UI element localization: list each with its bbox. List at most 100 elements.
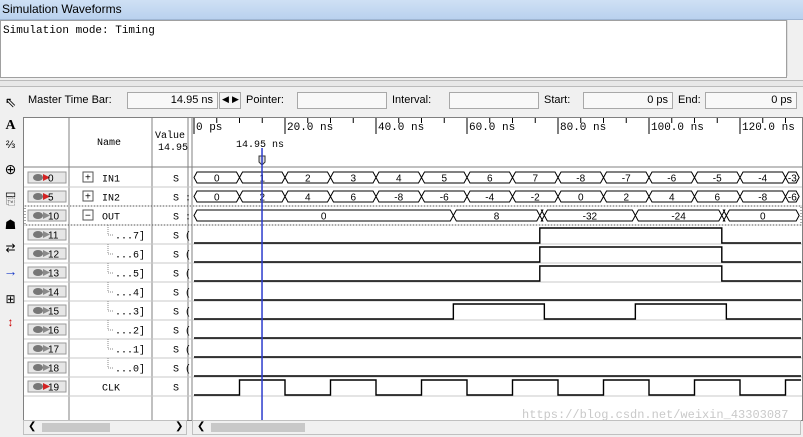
bus-value-label: -6: [788, 193, 797, 204]
simulation-mode-box: Simulation mode: Timing: [0, 20, 787, 78]
simulation-mode-text: Simulation mode: Timing: [3, 25, 155, 37]
ruler-tick-label: 100.0 ns: [651, 122, 704, 134]
names-horizontal-scrollbar[interactable]: ❮ ❯: [23, 420, 187, 435]
assign-value-icon[interactable]: →: [2, 263, 19, 280]
signal-row-19[interactable]: 19 CLK S: [27, 380, 179, 395]
arrow-left-icon[interactable]: ◀: [222, 94, 229, 105]
signal-row-12[interactable]: 12 ...6] S (: [27, 244, 191, 262]
bus-value-label: -4: [485, 193, 494, 204]
signal-index: 15: [48, 307, 60, 318]
signal-index: 14: [48, 288, 60, 299]
signal-index: 5: [48, 193, 54, 204]
pin-body: [33, 193, 43, 200]
signal-value: S (: [173, 250, 191, 262]
splitter[interactable]: [0, 80, 803, 87]
signal-name: ...3]: [115, 307, 145, 319]
bus-value-label: 4: [305, 193, 311, 204]
pin-body: [33, 250, 43, 257]
scroll-right-icon[interactable]: ❯: [175, 421, 183, 432]
bus-value-label: 6: [487, 174, 493, 185]
signal-index: 12: [48, 250, 60, 261]
signal-name: ...5]: [115, 269, 145, 281]
bus-value-label: 7: [532, 174, 538, 185]
signal-value: S (: [173, 345, 191, 357]
arrow-right-icon[interactable]: ▶: [232, 94, 239, 105]
bus-value-label: -8: [394, 193, 403, 204]
sort-icon[interactable]: ↕: [2, 314, 19, 331]
end-field[interactable]: 0 ps: [705, 92, 797, 109]
bus-value-label: -4: [758, 174, 767, 185]
signal-index: 10: [48, 212, 60, 223]
waveforms: 01234567-8-7-6-5-4-30246-8-6-4-20246-8-6…: [193, 171, 801, 396]
signal-index: 19: [48, 383, 60, 394]
interval-field[interactable]: [449, 92, 539, 109]
signal-value: S :: [173, 194, 191, 205]
bus-value-label: 6: [714, 193, 720, 204]
ruler-tick-label: 80.0 ns: [560, 122, 606, 134]
waveform-canvas[interactable]: 0 ps 20.0 ns 40.0 ns 60.0 ns 80.0 ns 100.0 ns…: [24, 118, 802, 420]
signal-row-13[interactable]: 13 ...5] S (: [27, 263, 191, 281]
signal-name: ...7]: [115, 231, 145, 243]
scroll-left-icon[interactable]: ❮: [197, 421, 205, 432]
ruler-tick-label: 40.0 ns: [378, 122, 424, 134]
pin-body: [33, 174, 43, 181]
bus-wave-row-2: 0 8 -32 -24 0: [193, 209, 800, 223]
bus-value-label: 4: [669, 193, 675, 204]
waveform-panel: 0 ps 20.0 ns 40.0 ns 60.0 ns 80.0 ns 100.0 ns…: [23, 117, 803, 422]
bus-value-label: -8: [758, 193, 767, 204]
signal-row-11[interactable]: 11 ...7] S (: [27, 225, 191, 243]
master-time-bar-field[interactable]: 14.95 ns: [127, 92, 218, 109]
signal-row-16[interactable]: 16 ...2] S (: [27, 320, 191, 338]
signal-index: 11: [48, 231, 59, 242]
pointer-field[interactable]: [297, 92, 387, 109]
signal-index: 18: [48, 364, 60, 375]
signal-name: OUT: [102, 213, 120, 224]
signal-row-17[interactable]: 17 ...1] S (: [27, 339, 191, 357]
bus-value-label: 0: [760, 212, 766, 223]
waveform-toolbar: ⇖ A ⅔ ⊕ ▭ ⎘ ☗ ⇄ → ⊞ ↕: [0, 90, 21, 340]
bit-wave-row-4: [194, 246, 801, 263]
waves-horizontal-scrollbar[interactable]: ❮: [192, 420, 801, 435]
bus-wave-row-1: 0246-8-6-4-20246-8-6: [193, 190, 800, 204]
names-scroll-thumb[interactable]: [42, 423, 110, 432]
value-column-header: Value: [155, 131, 186, 142]
signal-row-15[interactable]: 15 ...3] S (: [27, 301, 191, 319]
bus-value-label: -2: [531, 193, 540, 204]
signal-row-5[interactable]: 5 + IN2 S :: [27, 190, 191, 205]
bus-value-label: -6: [667, 174, 676, 185]
signal-row-18[interactable]: 18 ...0] S (: [27, 358, 191, 376]
signal-name: IN2: [102, 194, 120, 205]
master-time-stepper[interactable]: ◀ ▶: [219, 92, 241, 109]
bus-value-label: -6: [440, 193, 449, 204]
copy-icon[interactable]: ⎘: [2, 193, 19, 210]
ruler-tick-label: 0 ps: [196, 122, 222, 134]
signal-row-14[interactable]: 14 ...4] S (: [27, 282, 191, 300]
bit-wave-row-11: [194, 379, 801, 396]
zoom-tool-icon[interactable]: ⊕: [2, 161, 19, 178]
replace-icon[interactable]: ⇄: [2, 240, 19, 257]
signal-row-10[interactable]: 10 − OUT S :: [27, 209, 191, 224]
bus-value-label: 5: [441, 174, 447, 185]
signal-value: S: [173, 384, 179, 395]
bus-segment: [539, 209, 545, 222]
bit-wave-row-7: [194, 303, 801, 320]
signal-name: ...4]: [115, 288, 145, 300]
text-tool-icon[interactable]: A: [2, 117, 19, 134]
expand-glyph: +: [85, 192, 91, 203]
waves-scroll-thumb[interactable]: [211, 423, 305, 432]
interval-label: Interval:: [392, 94, 432, 106]
mode-box-scrollbar[interactable]: [787, 20, 803, 76]
bus-value-label: 8: [494, 212, 500, 223]
bus-wave-row-0: 01234567-8-7-6-5-4-3: [193, 171, 800, 185]
scroll-left-icon[interactable]: ❮: [28, 421, 36, 432]
master-time-bar-label: Master Time Bar:: [28, 94, 112, 106]
signal-value: S (: [173, 269, 191, 281]
bus-value-label: -8: [576, 174, 585, 185]
find-icon[interactable]: ☗: [2, 216, 19, 233]
signal-row-0[interactable]: 0 + IN1 S: [27, 171, 179, 186]
name-column-header: Name: [97, 138, 122, 149]
group-icon[interactable]: ⊞: [2, 291, 19, 308]
start-field[interactable]: 0 ps: [583, 92, 673, 109]
pointer-tool-icon[interactable]: ⇖: [2, 94, 19, 111]
waveform-editing-tool-icon[interactable]: ⅔: [2, 137, 19, 154]
